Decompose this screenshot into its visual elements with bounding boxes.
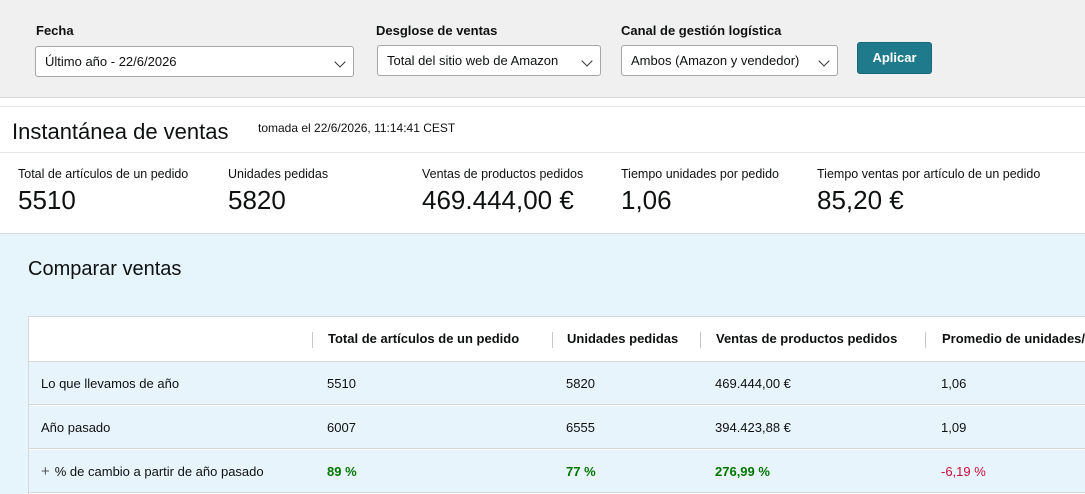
- breakdown-select[interactable]: Total del sitio web de Amazon: [377, 45, 601, 76]
- column-header-avg-units[interactable]: Promedio de unidades/: [942, 317, 1085, 361]
- date-filter: Fecha: [36, 22, 74, 39]
- snapshot-header: Instantánea de ventas tomada el 22/6/202…: [0, 106, 1085, 153]
- row-label-expandable[interactable]: + % de cambio a partir de año pasado: [41, 450, 264, 493]
- table-cell-positive: 276,99 %: [715, 464, 770, 479]
- channel-select[interactable]: Ambos (Amazon y vendedor): [621, 45, 838, 76]
- metric-units-ordered: Unidades pedidas 5820: [228, 166, 328, 215]
- table-cell: 6007: [327, 420, 356, 435]
- row-label: Año pasado: [41, 420, 111, 435]
- channel-select-value: Ambos (Amazon y vendedor): [631, 53, 800, 68]
- snapshot-timestamp: tomada el 22/6/2026, 11:14:41 CEST: [258, 121, 456, 135]
- page-title: Instantánea de ventas: [12, 119, 229, 144]
- column-divider: [312, 332, 313, 348]
- table-cell: 6555: [566, 420, 595, 435]
- table-cell: 1,09: [941, 420, 967, 435]
- table-cell: 5820: [566, 376, 595, 391]
- column-divider: [552, 332, 553, 348]
- row-label: % de cambio a partir de año pasado: [54, 464, 264, 479]
- metric-sales-per-item: Tiempo ventas por artículo de un pedido …: [817, 166, 1040, 215]
- column-header-sales[interactable]: Ventas de productos pedidos: [716, 317, 897, 361]
- table-cell: 5510: [327, 376, 356, 391]
- expand-plus-icon[interactable]: +: [41, 450, 50, 493]
- compare-sales-section: Comparar ventas Total de artículos de un…: [0, 233, 1085, 494]
- channel-filter-label: Canal de gestión logística: [621, 23, 782, 38]
- breakdown-select-value: Total del sitio web de Amazon: [387, 53, 559, 68]
- table-cell-positive: 77 %: [566, 464, 596, 479]
- apply-button[interactable]: Aplicar: [857, 42, 932, 74]
- metric-value: 1,06: [621, 185, 672, 215]
- metric-total-items: Total de artículos de un pedido 5510: [18, 166, 188, 215]
- date-select-value: Último año - 22/6/2026: [45, 54, 177, 69]
- chevron-down-icon: [334, 56, 346, 68]
- table-cell: 1,06: [941, 376, 967, 391]
- chevron-down-icon: [818, 55, 830, 67]
- metric-label: Unidades pedidas: [228, 167, 329, 181]
- metric-product-sales: Ventas de productos pedidos 469.444,00 €: [422, 166, 583, 215]
- chevron-down-icon: [581, 55, 593, 67]
- metric-label: Tiempo ventas por artículo de un pedido: [817, 167, 1041, 181]
- metric-value: 5510: [18, 185, 76, 215]
- metric-units-per-order: Tiempo unidades por pedido 1,06: [621, 166, 779, 215]
- column-header-total-items[interactable]: Total de artículos de un pedido: [328, 317, 519, 361]
- filter-bar: Fecha Último año - 22/6/2026 Desglose de…: [0, 0, 1085, 98]
- row-label: Lo que llevamos de año: [41, 376, 180, 391]
- table-row: + % de cambio a partir de año pasado 89 %…: [29, 450, 1085, 493]
- table-row: Lo que llevamos de año 5510 5820 469.444…: [29, 362, 1085, 405]
- column-divider: [925, 332, 926, 348]
- column-divider: [700, 332, 701, 348]
- breakdown-filter: Desglose de ventas: [376, 22, 497, 39]
- compare-title: Comparar ventas: [28, 258, 182, 280]
- column-header-units[interactable]: Unidades pedidas: [567, 317, 678, 361]
- metric-label: Total de artículos de un pedido: [18, 167, 189, 181]
- table-cell: 394.423,88 €: [715, 420, 791, 435]
- metric-label: Ventas de productos pedidos: [422, 167, 584, 181]
- table-cell: 469.444,00 €: [715, 376, 791, 391]
- table-cell-positive: 89 %: [327, 464, 357, 479]
- table-row: Año pasado 6007 6555 394.423,88 € 1,09: [29, 406, 1085, 449]
- date-select[interactable]: Último año - 22/6/2026: [35, 46, 354, 77]
- date-filter-label: Fecha: [36, 23, 74, 38]
- metric-label: Tiempo unidades por pedido: [621, 167, 779, 181]
- breakdown-filter-label: Desglose de ventas: [376, 23, 498, 38]
- metric-value: 85,20 €: [817, 185, 904, 215]
- compare-table: Total de artículos de un pedido Unidades…: [28, 316, 1085, 494]
- table-header: Total de artículos de un pedido Unidades…: [29, 317, 1085, 362]
- channel-filter: Canal de gestión logística: [621, 22, 781, 39]
- metric-value: 5820: [228, 185, 286, 215]
- table-cell-negative: -6,19 %: [941, 464, 986, 479]
- metric-value: 469.444,00 €: [422, 185, 574, 215]
